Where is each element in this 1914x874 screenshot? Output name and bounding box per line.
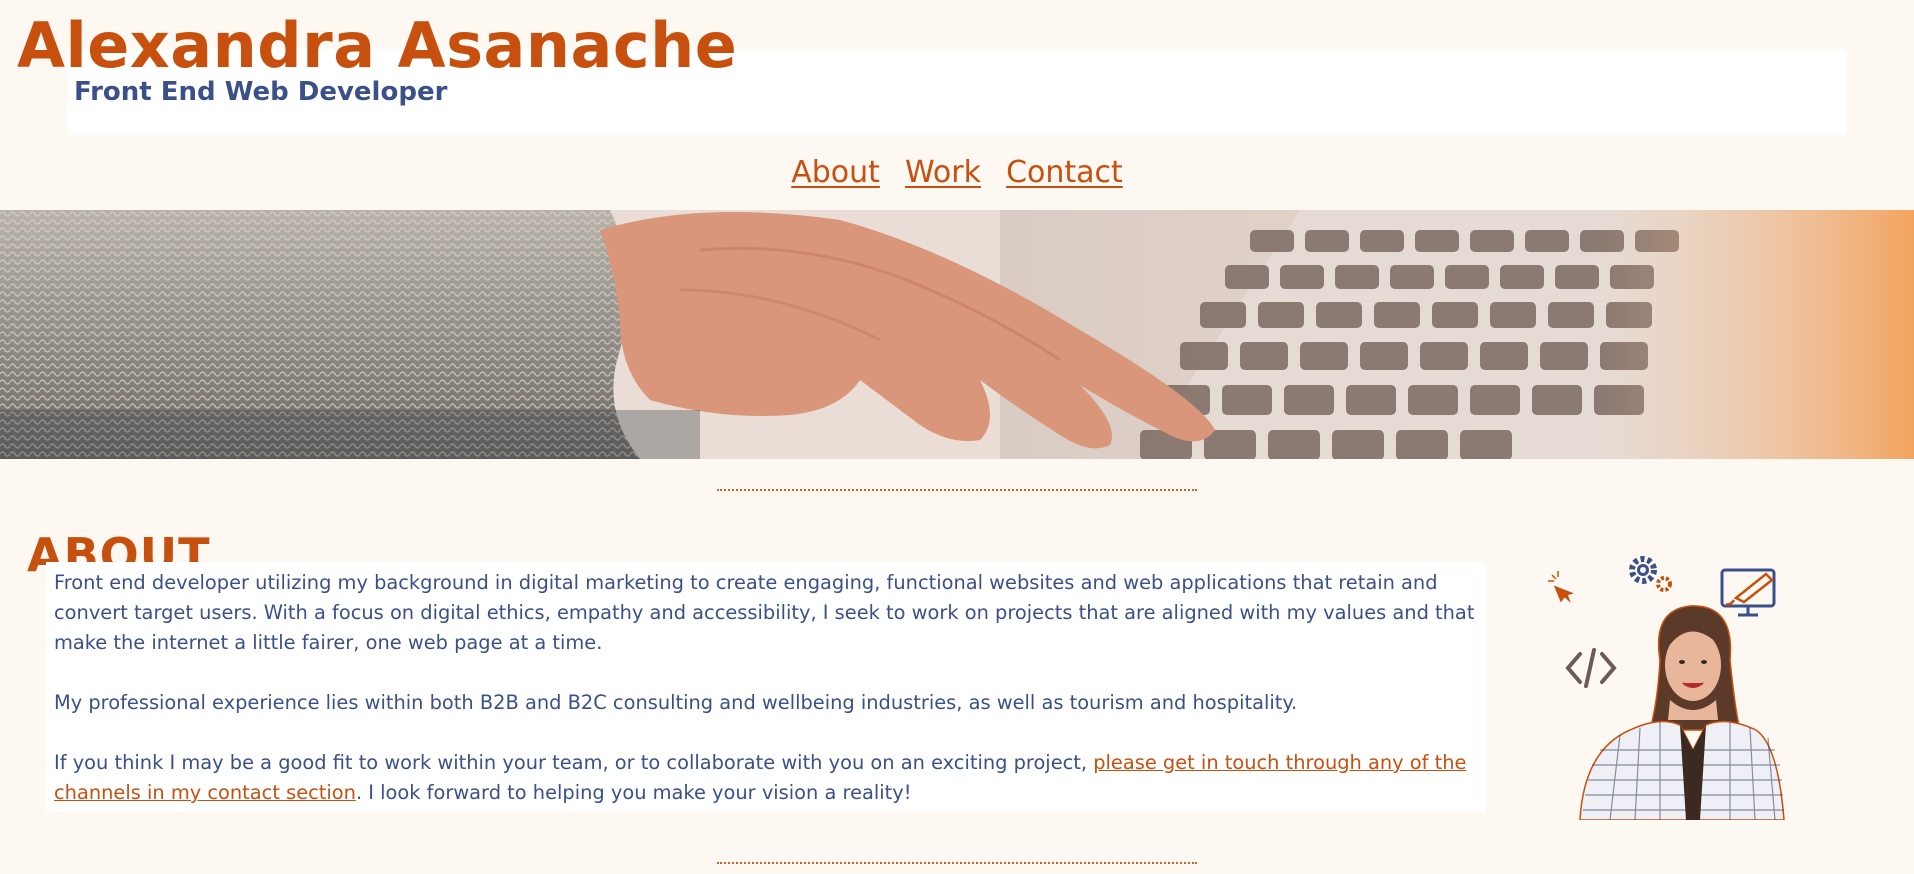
about-contact-text-post: . I look forward to helping you make you… [355, 781, 912, 804]
section-divider-bottom [717, 862, 1197, 864]
about-contact-text-pre: If you think I may be a good fit to work… [54, 751, 1094, 774]
portrait-graphic [1548, 556, 1785, 821]
cursor-icon [1548, 571, 1574, 603]
hero-illustration [0, 210, 1914, 459]
code-brackets-icon [1565, 648, 1617, 688]
avatar-portrait [1579, 605, 1785, 821]
nav-link-work[interactable]: Work [905, 155, 981, 190]
nav-link-contact[interactable]: Contact [1006, 155, 1123, 190]
site-subtitle: Front End Web Developer [74, 77, 448, 107]
site-title: Alexandra Asanache [17, 9, 738, 82]
design-monitor-icon [1720, 568, 1776, 617]
hero-banner-image [0, 210, 1914, 459]
nav-link-about[interactable]: About [791, 155, 880, 190]
about-text-box: Front end developer utilizing my backgro… [46, 562, 1486, 812]
about-paragraph-contact: If you think I may be a good fit to work… [54, 748, 1494, 808]
about-paragraph-intro: Front end developer utilizing my backgro… [54, 571, 1475, 654]
section-divider-top [717, 489, 1197, 491]
portrait-illustration [1540, 550, 1820, 821]
about-paragraph-experience: My professional experience lies within b… [54, 691, 1298, 714]
site-header: Alexandra Asanache Front End Web Develop… [0, 0, 1914, 150]
main-nav: About Work Contact [0, 155, 1914, 190]
gears-icon [1629, 556, 1672, 592]
